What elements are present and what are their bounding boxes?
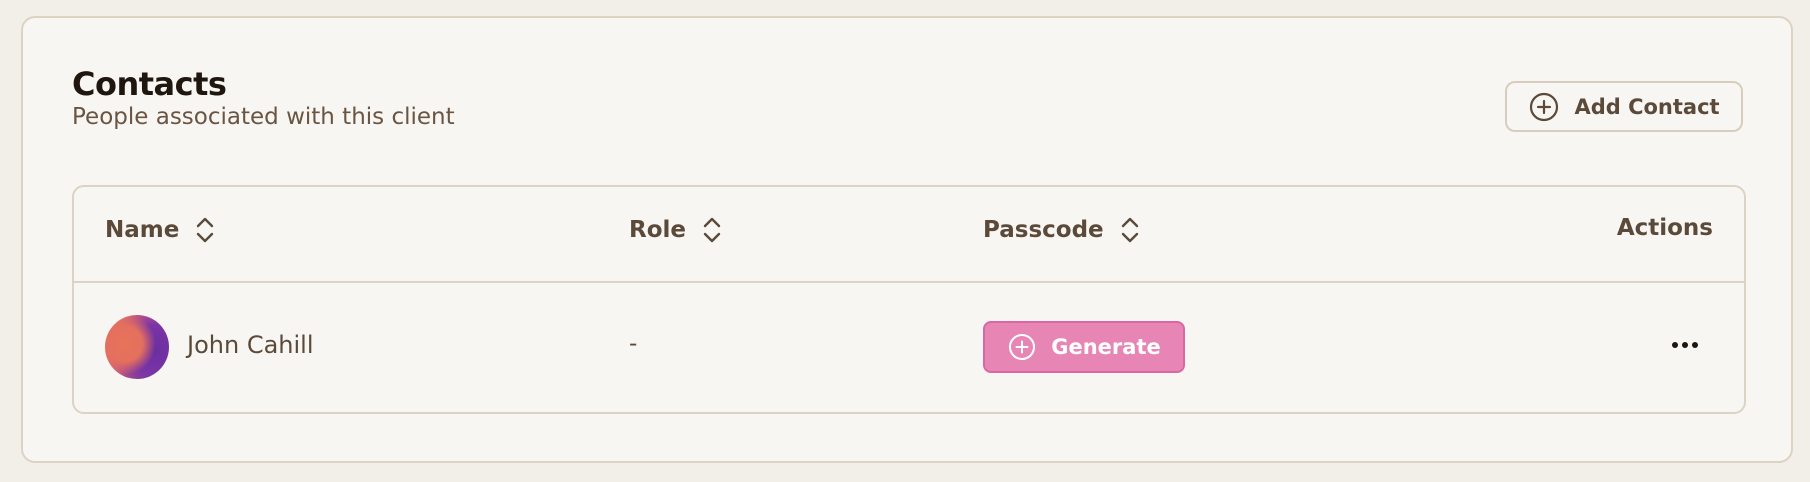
column-label-passcode: Passcode bbox=[983, 217, 1104, 243]
table-row: John Cahill - Generate bbox=[74, 283, 1744, 414]
column-label-actions: Actions bbox=[1616, 215, 1713, 241]
generate-passcode-button[interactable]: Generate bbox=[983, 321, 1185, 373]
column-header-name[interactable]: Name bbox=[105, 215, 217, 245]
sort-icon bbox=[197, 217, 214, 243]
sort-icon bbox=[1121, 217, 1138, 243]
add-contact-button[interactable]: Add Contact bbox=[1505, 81, 1743, 132]
add-contact-label: Add Contact bbox=[1574, 94, 1720, 119]
column-label-name: Name bbox=[105, 217, 180, 243]
contacts-table: Name Role Passcode Actions John Cahill -… bbox=[72, 185, 1746, 414]
contacts-card: Contacts People associated with this cli… bbox=[21, 16, 1793, 463]
table-header: Name Role Passcode Actions bbox=[74, 187, 1744, 283]
plus-circle-icon bbox=[1530, 92, 1559, 121]
generate-label: Generate bbox=[1051, 335, 1161, 359]
column-header-actions: Actions bbox=[1617, 215, 1713, 241]
row-actions-button[interactable] bbox=[1665, 325, 1705, 365]
page-subtitle: People associated with this client bbox=[72, 104, 455, 130]
avatar bbox=[105, 315, 169, 379]
page-title: Contacts bbox=[72, 65, 227, 103]
contact-role: - bbox=[629, 331, 638, 357]
column-header-passcode[interactable]: Passcode bbox=[983, 215, 1142, 245]
column-header-role[interactable]: Role bbox=[629, 215, 724, 245]
sort-icon bbox=[703, 217, 721, 243]
contact-name: John Cahill bbox=[187, 331, 314, 359]
column-label-role: Role bbox=[629, 217, 686, 243]
more-horizontal-icon bbox=[1672, 342, 1698, 348]
plus-circle-icon bbox=[1009, 334, 1036, 360]
